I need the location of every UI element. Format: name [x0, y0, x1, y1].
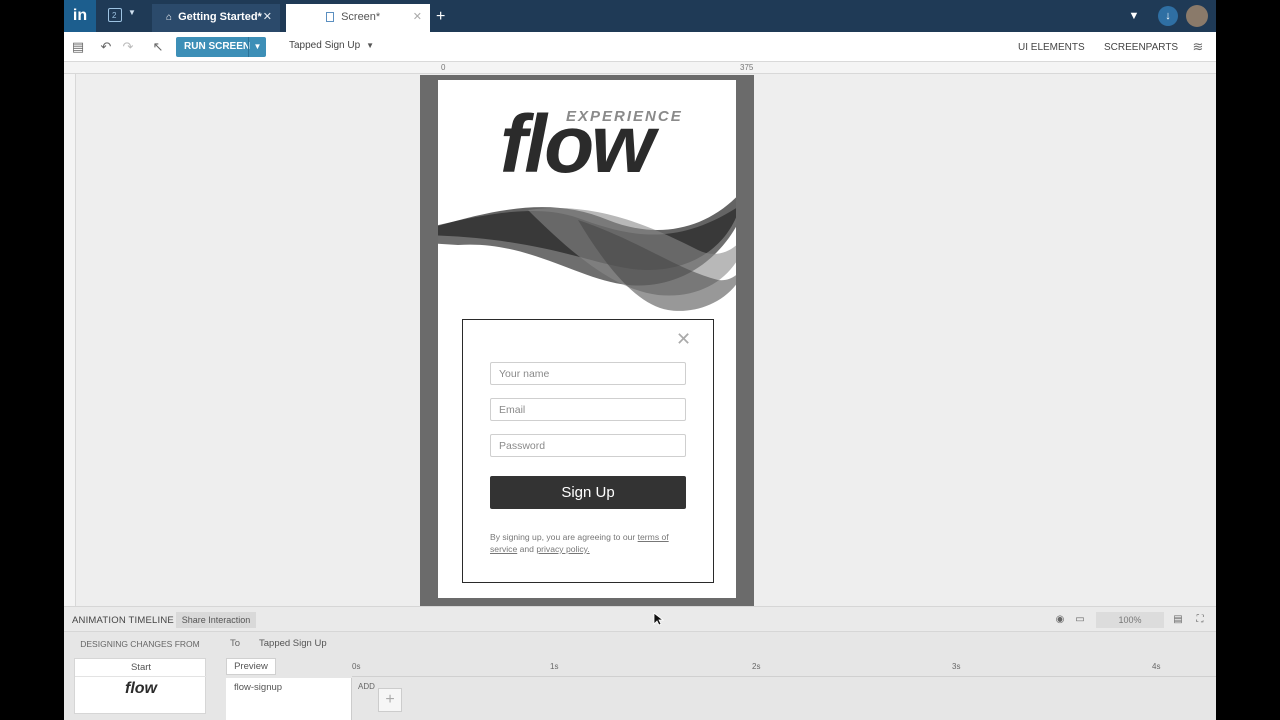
- tab-label: Screen*: [341, 11, 381, 23]
- tick-1s: 1s: [550, 662, 559, 671]
- to-label: To: [230, 638, 241, 649]
- avatar[interactable]: [1186, 5, 1208, 27]
- undo-icon[interactable]: ↶: [98, 39, 114, 55]
- terms-link-cont[interactable]: service: [490, 544, 517, 554]
- ruler-top: 0 375: [64, 62, 1216, 74]
- tick-0s: 0s: [352, 662, 361, 671]
- legal-prefix: By signing up, you are agreeing to our: [490, 532, 636, 542]
- screen-artboard[interactable]: EXPERIENCE flow ✕ Your name Email Passwo…: [438, 80, 736, 598]
- app-window: in 2 ▼ ⌂ Getting Started* ✕ Screen* ✕ + …: [64, 0, 1216, 720]
- ruler-left: [64, 74, 76, 606]
- redo-icon[interactable]: ↷: [120, 39, 136, 55]
- target-scenario: Tapped Sign Up: [259, 638, 327, 649]
- add-label: ADD: [358, 682, 375, 691]
- project-switcher[interactable]: 2 ▼: [102, 6, 142, 26]
- close-icon[interactable]: ✕: [676, 330, 694, 348]
- add-animation-button[interactable]: +: [378, 688, 402, 712]
- layer-row[interactable]: flow-signup: [226, 678, 352, 720]
- tab-screen[interactable]: Screen* ✕: [286, 4, 430, 32]
- run-screen-label: RUN SCREEN: [184, 41, 251, 52]
- ui-elements-button[interactable]: UI ELEMENTS: [1018, 42, 1085, 53]
- download-icon[interactable]: ↓: [1158, 6, 1178, 26]
- home-icon: ⌂: [166, 12, 173, 23]
- screenparts-button[interactable]: SCREENPARTS: [1104, 42, 1178, 53]
- chevron-down-icon[interactable]: ▼: [248, 37, 266, 57]
- password-field[interactable]: Password: [490, 434, 686, 457]
- close-icon[interactable]: ✕: [263, 4, 272, 30]
- split-view-icon[interactable]: ▤: [1170, 612, 1186, 628]
- start-state-card[interactable]: Start flow: [74, 658, 207, 714]
- chevron-down-icon: ▼: [366, 41, 375, 50]
- toolbar: ▤ ↶ ↷ ↖ RUN SCREEN ▼ Tapped Sign Up ▼ UI …: [64, 32, 1216, 62]
- share-interaction-button[interactable]: Share Interaction: [176, 612, 256, 628]
- app-logo[interactable]: in: [64, 0, 96, 32]
- tick-2s: 2s: [752, 662, 761, 671]
- brand-logo: flow: [500, 99, 655, 190]
- device-frame: EXPERIENCE flow ✕ Your name Email Passwo…: [420, 75, 754, 606]
- chevron-down-icon[interactable]: ▼: [1118, 0, 1150, 32]
- run-screen-button[interactable]: RUN SCREEN ▼: [176, 37, 266, 57]
- wave-graphic: [438, 197, 736, 311]
- signup-modal: ✕ Your name Email Password Sign Up By si…: [462, 319, 714, 583]
- terms-link[interactable]: terms of: [638, 532, 669, 542]
- ruler-end: 375: [740, 63, 754, 72]
- mouse-cursor-icon: [653, 612, 665, 626]
- designing-label: DESIGNING CHANGES FROM: [80, 639, 200, 649]
- timeline-axis: [352, 676, 1216, 677]
- tick-4s: 4s: [1152, 662, 1161, 671]
- legal-and: and: [519, 544, 534, 554]
- timeline-panel: DESIGNING CHANGES FROM To Tapped Sign Up…: [64, 632, 1216, 720]
- legal-text: By signing up, you are agreeing to our t…: [490, 531, 690, 555]
- expand-icon[interactable]: ⛶: [1192, 612, 1208, 628]
- preview-button[interactable]: Preview: [226, 658, 276, 675]
- zoom-level[interactable]: 100%: [1096, 612, 1164, 628]
- privacy-link[interactable]: privacy policy.: [536, 544, 589, 554]
- page-icon: [326, 12, 334, 23]
- tick-3s: 3s: [952, 662, 961, 671]
- scenario-label: Tapped Sign Up: [289, 40, 361, 51]
- name-field[interactable]: Your name: [490, 362, 686, 385]
- project-count: 2: [112, 11, 117, 20]
- add-tab-button[interactable]: +: [436, 8, 445, 26]
- scenario-select[interactable]: Tapped Sign Up ▼: [289, 40, 374, 51]
- tab-label: Getting Started*: [178, 11, 262, 23]
- layers-icon[interactable]: ≋: [1190, 39, 1206, 55]
- animation-timeline-title: ANIMATION TIMELINE: [72, 615, 174, 626]
- chevron-down-icon: ▼: [128, 8, 136, 17]
- save-icon[interactable]: ▤: [70, 39, 86, 55]
- signup-button[interactable]: Sign Up: [490, 476, 686, 509]
- fit-width-icon[interactable]: ▭: [1072, 612, 1088, 628]
- animation-bar: ANIMATION TIMELINE Share Interaction ◉ ▭…: [64, 606, 1216, 632]
- start-label: Start: [75, 659, 207, 677]
- email-field[interactable]: Email: [490, 398, 686, 421]
- tab-getting-started[interactable]: ⌂ Getting Started* ✕: [152, 4, 280, 32]
- design-canvas[interactable]: 0 375 EXPERIENCE flow ✕ Your name Email …: [64, 62, 1216, 606]
- start-thumbnail: flow: [125, 680, 157, 697]
- pointer-icon[interactable]: ↖: [150, 39, 166, 55]
- camera-icon[interactable]: ◉: [1052, 612, 1068, 628]
- title-bar: in 2 ▼ ⌂ Getting Started* ✕ Screen* ✕ + …: [64, 0, 1216, 32]
- ruler-start: 0: [441, 63, 446, 72]
- close-icon[interactable]: ✕: [413, 4, 422, 30]
